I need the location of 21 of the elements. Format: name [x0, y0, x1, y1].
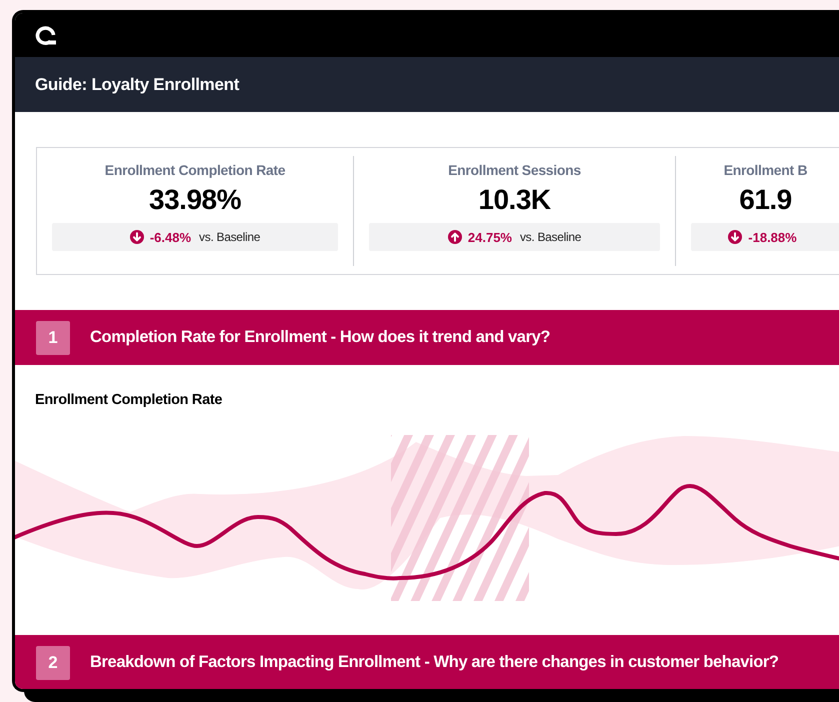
down-arrow-icon [130, 230, 144, 244]
change-value: 24.75% [468, 230, 512, 244]
metric-label: Enrollment Sessions [448, 162, 581, 178]
chart-title: Enrollment Completion Rate [35, 392, 224, 410]
metric-value: 61.9 [739, 184, 792, 216]
change-value: -6.48% [150, 230, 192, 244]
section-number: 1 [36, 320, 70, 354]
section-title: Breakdown of Factors Impacting Enrollment - Why are there changes in customer behavior? [90, 653, 779, 672]
metric-label: Enrollment B [724, 162, 808, 178]
section-title: Completion Rate for Enrollment - How does it trend and vary? [90, 328, 550, 347]
metric-label: Enrollment Completion Rate [104, 162, 286, 178]
up-arrow-icon [448, 230, 462, 244]
ring-logo-icon [35, 25, 57, 45]
down-arrow-icon [728, 230, 742, 244]
section-number: 2 [36, 646, 70, 680]
metric-value: 10.3K [478, 184, 551, 216]
page-title: Guide: Loyalty Enrollment [35, 74, 240, 94]
metric-value: 33.98% [149, 184, 241, 216]
comparison-label: vs. Baseline [520, 230, 582, 244]
comparison-label: vs. Baseline [199, 230, 260, 244]
change-value: -18.88% [748, 230, 797, 244]
